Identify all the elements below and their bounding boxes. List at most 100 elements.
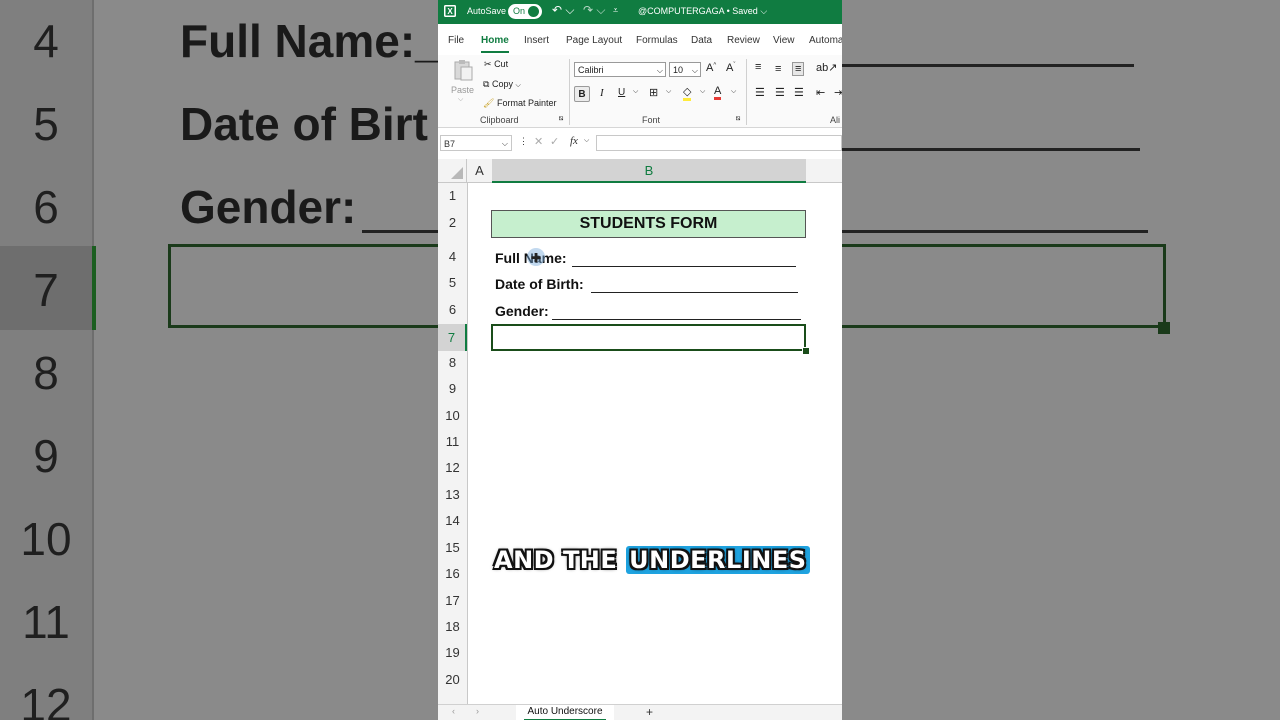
row-header-selected[interactable]: 7 bbox=[438, 324, 467, 351]
tab-data[interactable]: Data bbox=[691, 35, 712, 46]
borders-dropdown-icon[interactable]: ⌵ bbox=[666, 88, 671, 96]
formula-input[interactable] bbox=[596, 135, 842, 151]
underline-button[interactable]: U bbox=[618, 87, 625, 98]
align-center-icon[interactable]: ☰ bbox=[775, 86, 785, 99]
row-header[interactable]: 4 bbox=[438, 249, 467, 264]
add-sheet-button[interactable]: + bbox=[646, 705, 653, 719]
font-group-label: Font bbox=[642, 115, 661, 125]
increase-font-size-icon[interactable]: A^ bbox=[706, 62, 716, 74]
bg-fill-handle bbox=[1158, 322, 1170, 334]
column-header-b[interactable]: B bbox=[492, 159, 806, 183]
tab-review[interactable]: Review bbox=[727, 35, 760, 46]
row-header[interactable]: 15 bbox=[438, 540, 467, 555]
row-header[interactable]: 20 bbox=[438, 672, 467, 687]
font-launcher-icon[interactable]: ⧅ bbox=[736, 115, 740, 123]
bg-row-number: 7 bbox=[33, 264, 59, 316]
cancel-icon[interactable]: ✕ bbox=[534, 135, 543, 148]
row-header[interactable]: 9 bbox=[438, 381, 467, 396]
autosave-toggle-label: On bbox=[513, 6, 526, 16]
undo-icon[interactable]: ↶ ⌵ bbox=[552, 3, 575, 18]
tab-insert[interactable]: Insert bbox=[524, 35, 549, 46]
align-left-icon[interactable]: ☰ bbox=[755, 86, 765, 99]
sheet-tab-auto-underscore[interactable]: Auto Underscore bbox=[516, 705, 614, 720]
enter-icon[interactable]: ✓ bbox=[550, 135, 559, 148]
fill-handle[interactable] bbox=[802, 347, 810, 355]
format-painter-button[interactable]: 🖌 Format Painter bbox=[483, 98, 556, 109]
row-header[interactable]: 13 bbox=[438, 487, 467, 502]
document-title[interactable]: @COMPUTERGAGA • Saved ⌵ bbox=[638, 6, 767, 17]
redo-icon[interactable]: ↷ ⌵ bbox=[583, 3, 606, 18]
row-header[interactable]: 18 bbox=[438, 619, 467, 634]
italic-button[interactable]: I bbox=[600, 87, 604, 99]
date-of-birth-cell[interactable]: Date of Birth: bbox=[495, 276, 584, 292]
column-header-c[interactable] bbox=[806, 159, 842, 183]
row-header[interactable]: 1 bbox=[438, 188, 467, 203]
tab-home[interactable]: Home bbox=[481, 35, 509, 46]
fill-color-icon[interactable]: ◇ bbox=[683, 85, 692, 101]
form-title-cell[interactable]: STUDENTS FORM bbox=[491, 210, 806, 238]
row-header[interactable]: 5 bbox=[438, 275, 467, 290]
column-header-a[interactable]: A bbox=[467, 159, 492, 183]
dob-underline bbox=[591, 292, 798, 293]
align-bottom-icon[interactable]: ≡ bbox=[792, 62, 805, 76]
toggle-knob bbox=[528, 6, 539, 17]
tab-automate[interactable]: Automa bbox=[809, 35, 842, 46]
chevron-down-icon[interactable]: ⌵ bbox=[584, 137, 589, 145]
fill-color-dropdown-icon[interactable]: ⌵ bbox=[700, 88, 705, 96]
font-size-value: 10 bbox=[673, 65, 684, 75]
row-header[interactable]: 2 bbox=[438, 215, 467, 230]
sheet-tab-bar: ‹ › Auto Underscore + bbox=[438, 704, 842, 720]
increase-indent-icon[interactable]: ⇥ bbox=[834, 86, 842, 99]
caption-highlight: UNDERLINES bbox=[626, 546, 810, 574]
orientation-icon[interactable]: ab↗ bbox=[816, 61, 837, 74]
paste-button[interactable] bbox=[452, 59, 474, 81]
underline-dropdown-icon[interactable]: ⌵ bbox=[633, 88, 638, 96]
row-header[interactable]: 16 bbox=[438, 566, 467, 581]
row-header[interactable]: 6 bbox=[438, 302, 467, 317]
bg-underline bbox=[362, 230, 438, 233]
excel-app: X AutoSave On ↶ ⌵ ↷ ⌵ ⩡ @COMPUTERGAGA • … bbox=[438, 0, 842, 720]
row-header[interactable]: 14 bbox=[438, 513, 467, 528]
font-name-select[interactable]: Calibri ⌵ bbox=[574, 62, 666, 77]
insert-function-icon[interactable]: fx bbox=[570, 135, 578, 147]
tab-page-layout[interactable]: Page Layout bbox=[566, 35, 622, 46]
row-header[interactable]: 11 bbox=[438, 434, 467, 449]
brush-icon: 🖌 bbox=[483, 98, 495, 108]
decrease-font-size-icon[interactable]: Aˇ bbox=[726, 62, 735, 74]
borders-icon[interactable]: ⊞ bbox=[649, 86, 658, 99]
quick-access-dropdown-icon[interactable]: ⩡ bbox=[613, 5, 618, 16]
copy-button[interactable]: ⧉ Copy ⌵ bbox=[483, 79, 521, 90]
scroll-right-icon[interactable]: › bbox=[476, 706, 479, 716]
font-color-dropdown-icon[interactable]: ⌵ bbox=[731, 88, 736, 96]
paste-dropdown-icon[interactable]: ⌵ bbox=[458, 96, 463, 104]
scroll-left-icon[interactable]: ‹ bbox=[452, 706, 455, 716]
row-header[interactable]: 8 bbox=[438, 355, 467, 370]
name-box[interactable]: B7 ⌵ bbox=[440, 135, 512, 151]
font-color-icon[interactable]: A bbox=[714, 85, 722, 100]
clipboard-launcher-icon[interactable]: ⧅ bbox=[559, 115, 563, 123]
bg-underline bbox=[842, 230, 1148, 233]
more-options-icon[interactable]: ⋮ bbox=[519, 136, 528, 147]
copy-dropdown-icon: ⌵ bbox=[515, 82, 521, 89]
tab-view[interactable]: View bbox=[773, 35, 795, 46]
align-right-icon[interactable]: ☰ bbox=[794, 86, 804, 99]
cell-cursor-icon: ✚ bbox=[531, 251, 542, 265]
gender-cell[interactable]: Gender: bbox=[495, 303, 549, 319]
row-header[interactable]: 10 bbox=[438, 408, 467, 423]
row-header[interactable]: 19 bbox=[438, 645, 467, 660]
tab-file[interactable]: File bbox=[448, 35, 464, 46]
autosave-toggle[interactable]: On bbox=[508, 4, 542, 19]
bold-button[interactable]: B bbox=[574, 86, 590, 102]
row-header[interactable]: 17 bbox=[438, 593, 467, 608]
align-middle-icon[interactable]: ≡ bbox=[775, 63, 781, 75]
paste-icon bbox=[454, 60, 473, 81]
font-size-select[interactable]: 10 ⌵ bbox=[669, 62, 701, 77]
selected-cell-b7[interactable] bbox=[491, 324, 806, 351]
autosave-label: AutoSave bbox=[467, 6, 507, 16]
row-header[interactable]: 12 bbox=[438, 460, 467, 475]
select-all-corner[interactable] bbox=[438, 159, 467, 183]
tab-formulas[interactable]: Formulas bbox=[636, 35, 678, 46]
decrease-indent-icon[interactable]: ⇤ bbox=[816, 86, 825, 99]
cut-button[interactable]: ✂ Cut bbox=[484, 59, 508, 70]
align-top-icon[interactable]: ≡ bbox=[755, 61, 761, 73]
